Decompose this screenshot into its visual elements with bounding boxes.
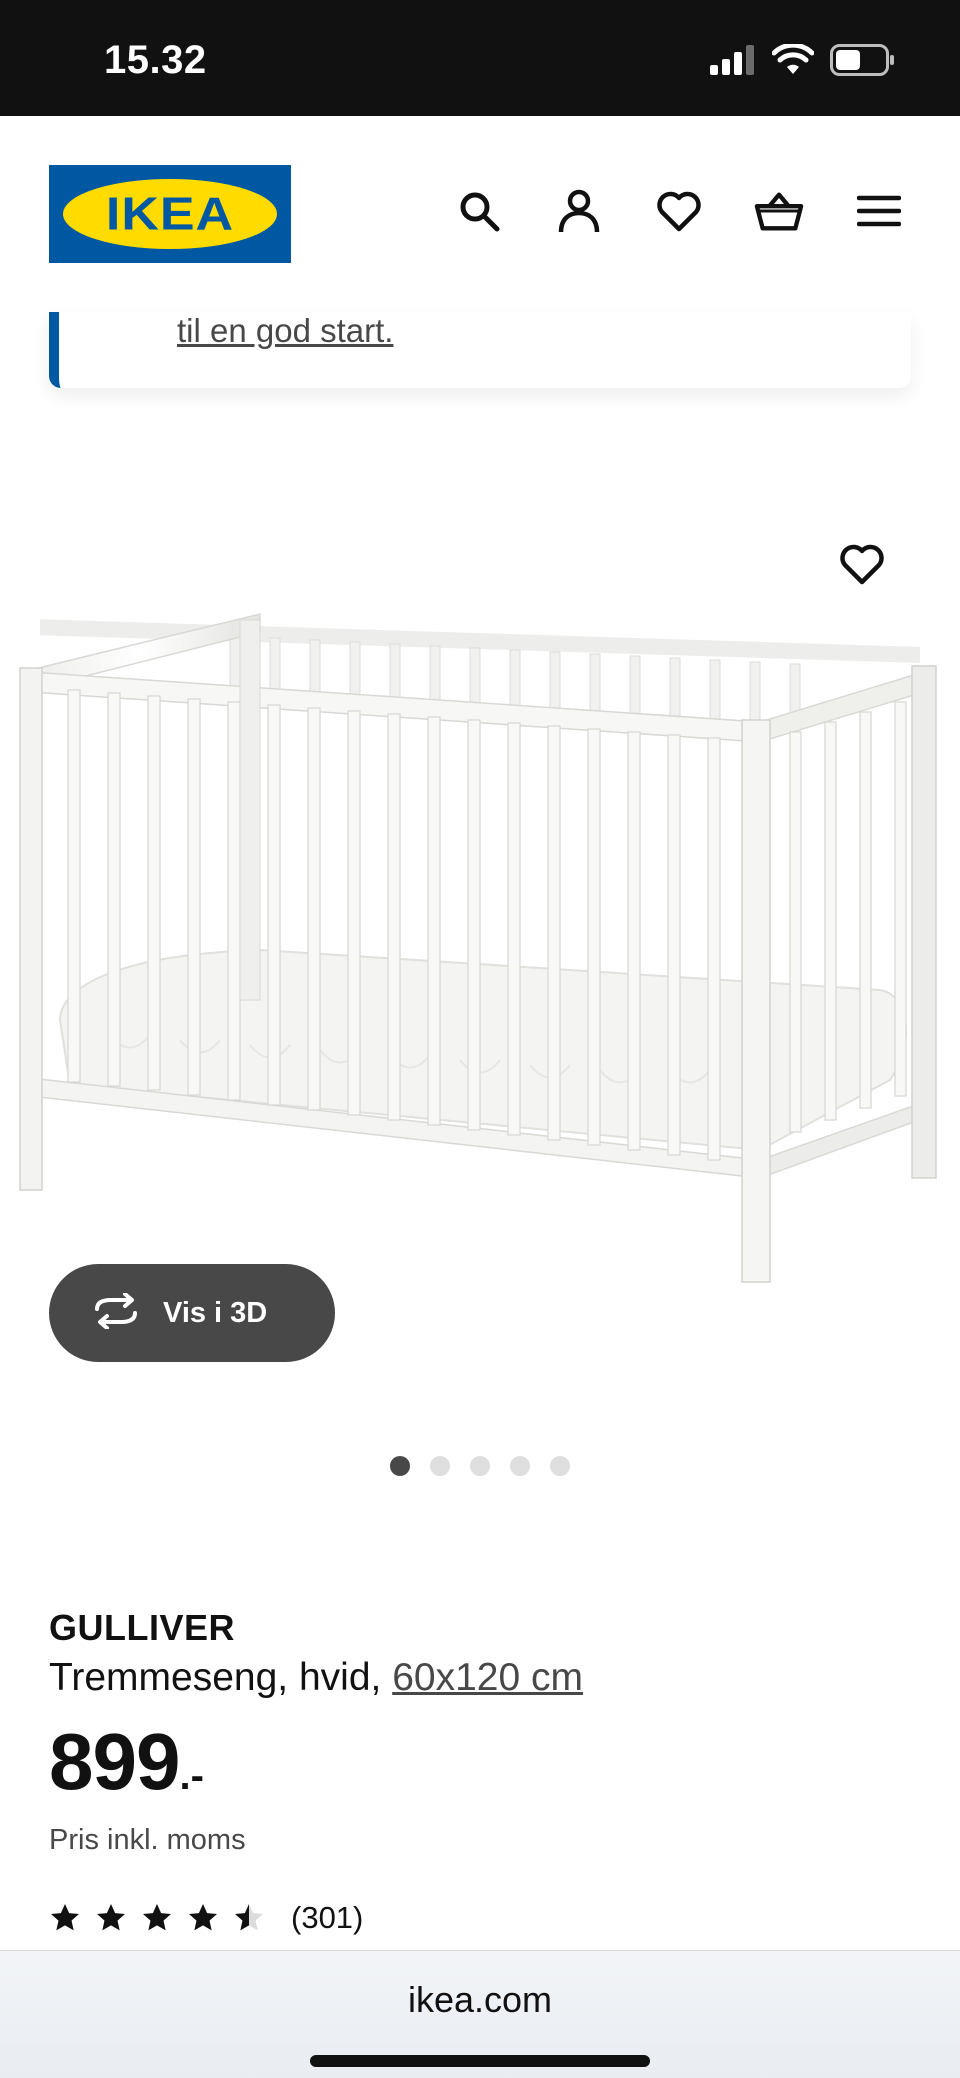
star-icon <box>143 1904 171 1931</box>
status-bar: 15.32 <box>0 0 960 116</box>
carousel-dot[interactable] <box>470 1456 490 1476</box>
status-time: 15.32 <box>104 38 207 82</box>
product-rating[interactable]: (301) <box>49 1900 363 1936</box>
product-description: Tremmeseng, hvid, 60x120 cm <box>49 1656 583 1700</box>
half-star-icon <box>235 1904 263 1931</box>
heart-icon[interactable] <box>654 186 704 236</box>
search-icon[interactable] <box>454 186 504 236</box>
logo-text: IKEA <box>105 187 235 241</box>
carousel-indicator <box>390 1456 570 1476</box>
product-image[interactable] <box>0 600 960 1290</box>
star-icon <box>51 1904 79 1931</box>
info-banner: til en god start. <box>49 312 911 388</box>
signal-icon <box>710 44 756 80</box>
basket-icon[interactable] <box>754 186 804 236</box>
product-price: 899.- <box>49 1716 204 1808</box>
price-note: Pris inkl. moms <box>49 1824 246 1856</box>
carousel-dot[interactable] <box>550 1456 570 1476</box>
product-size-link[interactable]: 60x120 cm <box>392 1656 583 1699</box>
browser-address-bar[interactable]: ikea.com <box>0 1950 960 2078</box>
header-icons <box>454 186 904 236</box>
carousel-dot[interactable] <box>510 1456 530 1476</box>
carousel-dot[interactable] <box>430 1456 450 1476</box>
status-icons <box>710 42 896 81</box>
view-in-3d-button[interactable]: Vis i 3D <box>49 1264 335 1362</box>
menu-icon[interactable] <box>854 186 904 236</box>
rating-count: (301) <box>291 1900 364 1935</box>
info-banner-link[interactable]: til en god start. <box>177 312 393 350</box>
rotate-3d-icon <box>91 1291 141 1334</box>
price-integer: 899 <box>49 1717 180 1806</box>
url-text[interactable]: ikea.com <box>0 1979 960 2021</box>
carousel-dot[interactable] <box>390 1456 410 1476</box>
wifi-icon <box>771 42 815 81</box>
battery-icon <box>830 43 896 81</box>
star-icon <box>189 1904 217 1931</box>
price-suffix: .- <box>179 1754 204 1798</box>
product-description-text: Tremmeseng, hvid, <box>49 1656 382 1699</box>
view-in-3d-label: Vis i 3D <box>163 1296 268 1329</box>
star-icon <box>97 1904 125 1931</box>
logo-oval: IKEA <box>63 179 277 249</box>
home-indicator[interactable] <box>310 2055 650 2067</box>
site-header: IKEA <box>0 116 960 312</box>
add-to-favourites-button[interactable] <box>836 538 888 590</box>
ikea-logo[interactable]: IKEA <box>49 165 291 263</box>
rating-stars <box>49 1902 265 1934</box>
product-name: GULLIVER <box>49 1607 236 1648</box>
account-icon[interactable] <box>554 186 604 236</box>
